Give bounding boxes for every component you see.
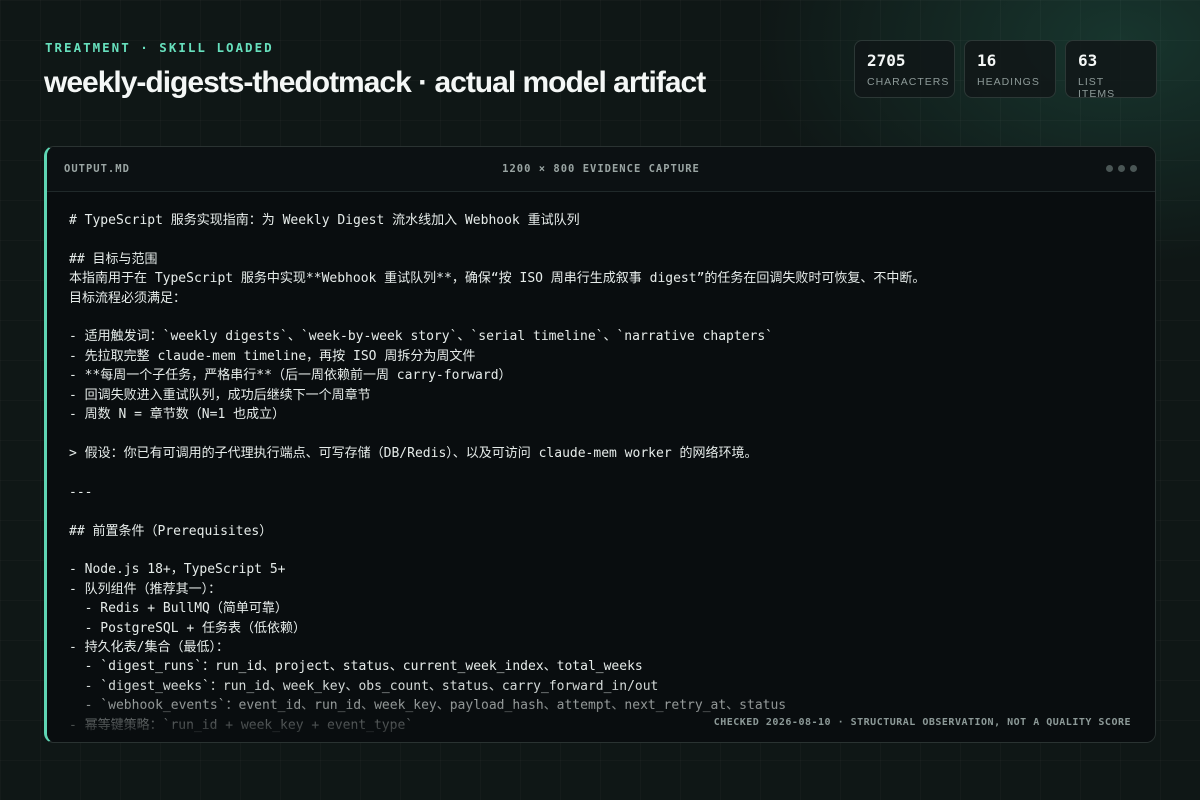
markdown-content[interactable]: # TypeScript 服务实现指南：为 Weekly Digest 流水线加…: [69, 211, 1135, 742]
dot-icon: [1118, 165, 1125, 172]
dot-icon: [1130, 165, 1137, 172]
artifact-panel: OUTPUT.MD 1200 × 800 EVIDENCE CAPTURE # …: [44, 146, 1156, 743]
stats-row: 2705 CHARACTERS 16 HEADINGS 63 LIST ITEM…: [854, 40, 1157, 100]
dot-icon: [1106, 165, 1113, 172]
more-options-icon[interactable]: [1106, 165, 1137, 172]
stat-label: CHARACTERS: [867, 76, 950, 88]
stat-value: 16: [977, 51, 997, 70]
stat-card-characters: 2705 CHARACTERS: [854, 40, 955, 98]
panel-header: OUTPUT.MD 1200 × 800 EVIDENCE CAPTURE: [47, 147, 1155, 192]
stat-label: HEADINGS: [977, 76, 1040, 88]
capture-label: 1200 × 800 EVIDENCE CAPTURE: [502, 163, 700, 175]
eyebrow-label: TREATMENT · SKILL LOADED: [45, 40, 274, 55]
stat-value: 2705: [867, 51, 906, 70]
stat-card-list-items: 63 LIST ITEMS: [1065, 40, 1157, 100]
stat-label: LIST ITEMS: [1078, 76, 1116, 100]
stat-value: 63: [1078, 51, 1098, 70]
footer-note: CHECKED 2026-08-10 · STRUCTURAL OBSERVAT…: [713, 717, 1131, 728]
page-title: weekly-digests-thedotmack · actual model…: [44, 66, 706, 99]
stat-card-headings: 16 HEADINGS: [964, 40, 1056, 98]
